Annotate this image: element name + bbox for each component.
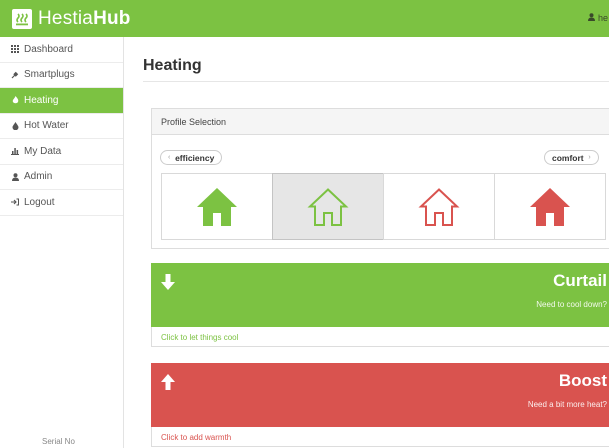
profile-option-4[interactable]: [494, 173, 606, 240]
curtail-title: Curtail: [553, 271, 607, 290]
title-divider: [143, 81, 609, 82]
sidebar-item-my-data[interactable]: My Data: [0, 139, 123, 165]
boost-link[interactable]: Click to add warmth: [151, 427, 609, 447]
boost-title: Boost: [558, 371, 607, 390]
sidebar-item-label: Heating: [24, 94, 59, 106]
user-icon: [588, 13, 595, 23]
comfort-label: comfort: [552, 152, 584, 163]
top-navbar: HestiaHub he: [0, 0, 609, 37]
sidebar-footer: Serial No: [42, 437, 75, 446]
sidebar-item-dashboard[interactable]: Dashboard: [0, 37, 123, 63]
logout-icon: [10, 198, 20, 206]
profile-options: [161, 173, 606, 240]
app-name-bold: Hub: [93, 8, 131, 29]
profile-option-3[interactable]: [383, 173, 495, 240]
flame-icon: [10, 96, 20, 104]
boost-subtitle: Need a bit more heat?: [527, 400, 607, 409]
chevron-left-icon: ‹: [168, 154, 171, 161]
sidebar-item-hot-water[interactable]: Hot Water: [0, 114, 123, 139]
sidebar-item-admin[interactable]: Admin: [0, 165, 123, 190]
sidebar-item-label: Admin: [24, 171, 53, 183]
page-title: Heating: [143, 57, 202, 74]
chevron-right-icon: ›: [588, 154, 591, 161]
house-icon: [530, 187, 570, 226]
plug-icon: [10, 71, 20, 79]
house-outline-icon: [418, 187, 460, 226]
boost-header: Boost Need a bit more heat?: [151, 363, 609, 427]
efficiency-label: efficiency: [175, 152, 215, 163]
sidebar-item-logout[interactable]: Logout: [0, 190, 123, 216]
sidebar: Dashboard Smartplugs Heating Hot Water M…: [0, 37, 124, 448]
boost-panel: Boost Need a bit more heat? Click to add…: [151, 363, 609, 447]
grid-icon: [10, 45, 20, 54]
sidebar-item-label: My Data: [24, 145, 62, 157]
arrow-up-icon: [161, 374, 175, 390]
sidebar-item-heating[interactable]: Heating: [0, 88, 123, 114]
comfort-button[interactable]: comfort ›: [544, 150, 599, 165]
curtail-subtitle: Need to cool down?: [536, 300, 607, 309]
curtail-header: Curtail Need to cool down?: [151, 263, 609, 327]
sidebar-item-smartplugs[interactable]: Smartplugs: [0, 63, 123, 88]
curtail-panel: Curtail Need to cool down? Click to let …: [151, 263, 609, 347]
house-icon: [197, 187, 237, 226]
sidebar-item-label: Smartplugs: [24, 69, 75, 81]
curtail-link[interactable]: Click to let things cool: [151, 327, 609, 347]
sidebar-item-label: Dashboard: [24, 43, 73, 55]
droplet-icon: [10, 121, 20, 130]
sidebar-item-label: Logout: [24, 196, 55, 208]
arrow-down-icon: [161, 274, 175, 290]
efficiency-button[interactable]: ‹ efficiency: [160, 150, 223, 165]
app-logo[interactable]: HestiaHub: [12, 8, 131, 30]
user-menu[interactable]: he: [588, 13, 608, 23]
app-name: HestiaHub: [38, 8, 131, 30]
app-name-light: Hestia: [38, 8, 94, 29]
sidebar-item-label: Hot Water: [24, 120, 69, 132]
heat-logo-icon: [12, 9, 32, 29]
house-outline-icon: [307, 187, 349, 226]
user-icon: [10, 172, 20, 181]
profile-option-1[interactable]: [161, 173, 273, 240]
user-name: he: [598, 13, 609, 23]
profile-selection-panel: Profile Selection ‹ efficiency comfort ›: [151, 108, 609, 249]
bar-chart-icon: [10, 147, 20, 156]
panel-heading: Profile Selection: [152, 109, 609, 135]
profile-option-2[interactable]: [272, 173, 384, 240]
